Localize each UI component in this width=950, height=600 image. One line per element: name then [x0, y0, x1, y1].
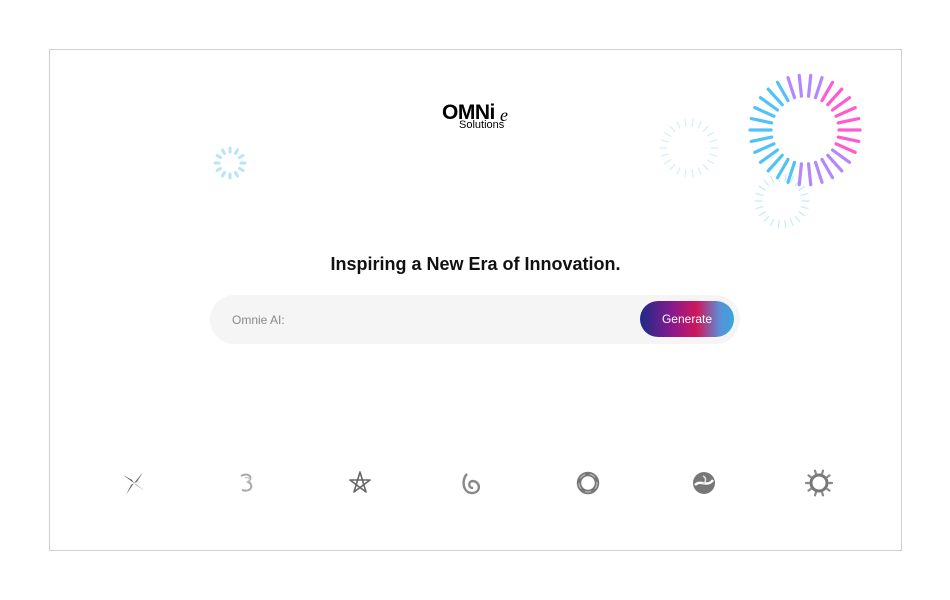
burst-firework-icon [748, 73, 862, 187]
page-headline: Inspiring a New Era of Innovation. [330, 254, 621, 274]
generate-button[interactable]: Generate [640, 301, 734, 337]
donut-ring-icon[interactable] [573, 468, 603, 498]
loop-leaf-icon[interactable] [457, 468, 487, 498]
orb-swoosh-icon[interactable] [689, 468, 719, 498]
swirl-three-icon[interactable] [232, 468, 262, 498]
star-knot-icon[interactable] [345, 468, 375, 498]
prompt-input[interactable] [230, 307, 634, 333]
main-card: OMNi e Solutions Inspiring a New Era of … [49, 49, 902, 551]
pinwheel-icon[interactable] [119, 468, 149, 498]
burst-spinner-small-icon [213, 146, 247, 180]
burst-spinner-faint-icon [659, 118, 719, 178]
gear-ring-icon[interactable] [804, 468, 834, 498]
logo-subtitle: Solutions [459, 119, 505, 131]
company-logo[interactable]: OMNi e Solutions [442, 101, 522, 135]
brand-icon-row [50, 468, 901, 502]
prompt-bar: Generate [210, 295, 740, 344]
